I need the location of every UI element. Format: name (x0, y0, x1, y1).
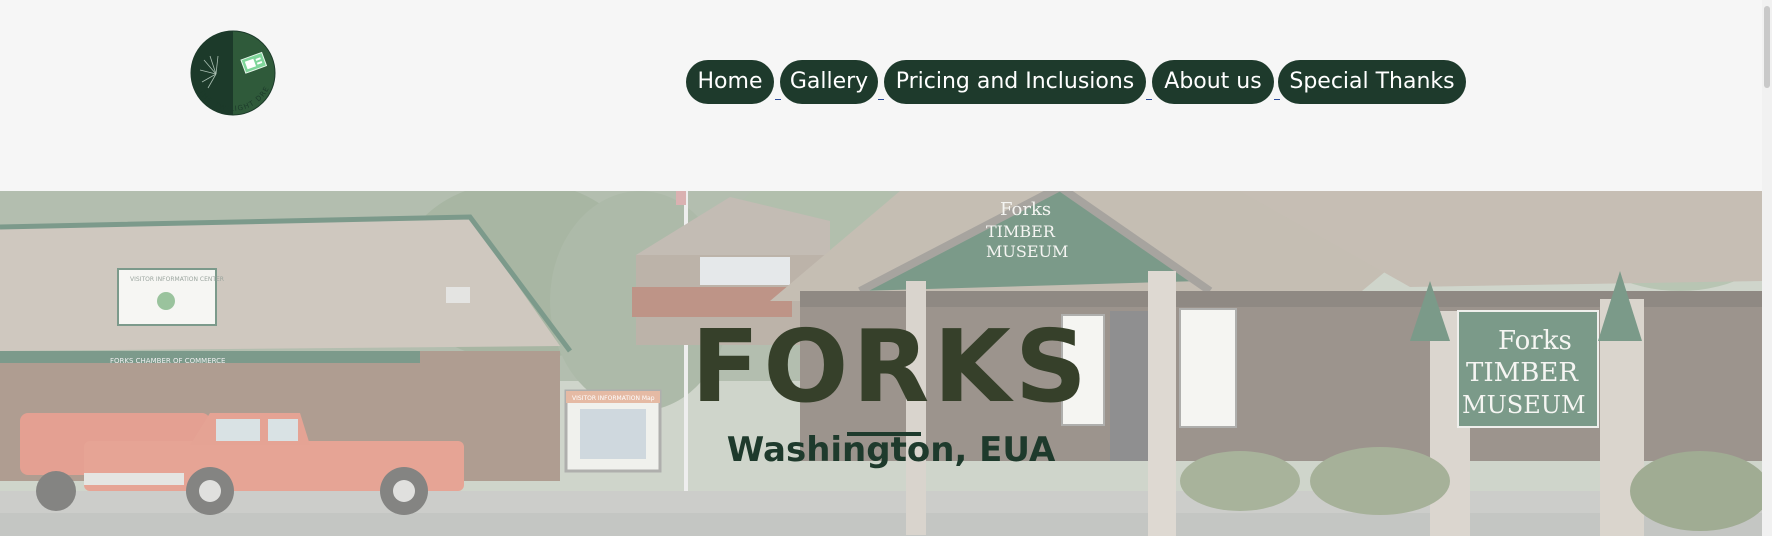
page-scrollbar[interactable] (1762, 0, 1772, 536)
nav-home-button[interactable]: Home (686, 60, 774, 104)
nav-about-button[interactable]: About us (1152, 60, 1274, 104)
hero-banner: VISITOR INFORMATION CENTER FORKS CHAMBER… (0, 191, 1762, 536)
main-navigation: Home Gallery Pricing and Inclusions Abou… (0, 60, 1772, 104)
hero-title: FORKS (691, 308, 1091, 425)
nav-special-thanks-button[interactable]: Special Thanks (1278, 60, 1466, 104)
nav-separator (878, 87, 884, 100)
nav-separator (775, 87, 781, 100)
nav-gallery-button[interactable]: Gallery (780, 60, 878, 104)
nav-separator (1146, 87, 1152, 100)
site-header: THE TWILIGHT DREAM Home Gallery Pricing … (0, 0, 1762, 191)
nav-pricing-button[interactable]: Pricing and Inclusions (884, 60, 1146, 104)
hero-subtitle: Washington, EUA (726, 430, 1056, 470)
scrollbar-thumb[interactable] (1764, 6, 1770, 88)
